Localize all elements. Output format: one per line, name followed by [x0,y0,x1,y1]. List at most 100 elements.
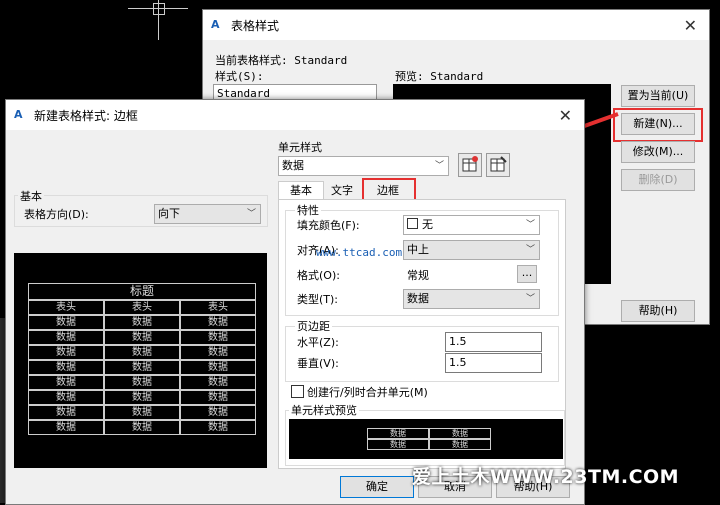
table-style-titlebar: A 表格样式 ✕ [203,10,709,40]
set-current-button[interactable]: 置为当前(U) [621,85,695,107]
ok-button[interactable]: 确定 [340,476,414,498]
alignment-value: 中上 [407,243,429,256]
table-preview: 标题 表头 表头 表头 数据 数据 数据 数据 数据 数据 数据 数据 数据 数据 数据 数据 数据 数据… [14,253,267,468]
new-table-style-title: 新建表格样式: 边框 [34,108,138,123]
preview-data-row: 数据 数据 数据 [28,330,256,345]
horizontal-margin-label: 水平(Z): [297,336,339,349]
alignment-select[interactable]: 中上 ﹀ [403,240,540,260]
preview-table: 标题 表头 表头 表头 数据 数据 数据 数据 数据 数据 数据 数据 数据 数据 数据 数据 数据 数据… [28,283,256,435]
cell-preview-cell: 数据 [429,428,491,439]
fill-color-select[interactable]: 无 ﹀ [403,215,540,235]
preview-data-row: 数据 数据 数据 [28,405,256,420]
cell-preview-row: 数据 数据 [367,428,491,439]
color-swatch-icon [407,218,418,229]
cell-style-select[interactable]: 数据 ﹀ [278,156,449,176]
preview-data-row: 数据 数据 数据 [28,360,256,375]
preview-data-cell: 数据 [28,345,104,360]
chevron-down-icon: ﹀ [434,161,444,171]
help-button[interactable]: 帮助(H) [621,300,695,322]
preview-data-row: 数据 数据 数据 [28,390,256,405]
merge-cells-label: 创建行/列时合并单元(M) [307,386,428,399]
chevron-down-icon: ﹀ [525,220,535,230]
current-style-label: 当前表格样式: Standard [215,54,348,67]
merge-cells-checkbox[interactable] [291,385,304,398]
type-select[interactable]: 数据 ﹀ [403,289,540,309]
cell-style-value: 数据 [282,159,304,172]
close-icon[interactable]: ✕ [684,16,697,35]
fill-color-label: 填充颜色(F): [297,219,360,232]
fill-color-value: 无 [422,218,433,231]
cell-preview-row: 数据 数据 [367,439,491,450]
preview-data-cell: 数据 [104,360,180,375]
cell-preview-canvas: 数据 数据 数据 数据 [289,419,563,459]
preview-data-row: 数据 数据 数据 [28,420,256,435]
horizontal-margin-input[interactable]: 1.5 [445,332,542,352]
preview-data-cell: 数据 [28,330,104,345]
vertical-margin-input[interactable]: 1.5 [445,353,542,373]
preview-data-cell: 数据 [180,360,256,375]
chevron-down-icon: ﹀ [246,209,256,219]
chevron-down-icon: ﹀ [525,294,535,304]
preview-data-cell: 数据 [180,405,256,420]
cell-style-label: 单元样式 [278,141,322,154]
tab-basic[interactable]: 基本 [278,181,324,200]
new-table-style-dialog: A 新建表格样式: 边框 ✕ 基本 表格方向(D): 向下 ﹀ 标题 表头 表头… [5,99,585,505]
tab-panel: 特性 填充颜色(F): 无 ﹀ 对齐(A): 中上 ﹀ 格式(O): 常规 ..… [278,199,566,469]
new-button[interactable]: 新建(N)... [621,113,695,135]
tab-border[interactable]: 边框 [366,182,410,200]
preview-title-cell: 标题 [28,283,256,300]
format-more-button[interactable]: ... [517,265,537,283]
preview-data-cell: 数据 [104,315,180,330]
preview-data-cell: 数据 [28,405,104,420]
preview-data-rows: 数据 数据 数据 数据 数据 数据 数据 数据 数据 数据 数据 数据 数据 数据 数据 数据 数据 数据 数据 数据… [28,315,256,435]
chevron-down-icon: ﹀ [525,245,535,255]
create-cell-style-icon[interactable] [458,153,482,177]
new-table-style-titlebar: A 新建表格样式: 边框 ✕ [6,100,584,130]
cell-preview-label: 单元样式预览 [289,402,359,418]
styles-label: 样式(S): [215,70,264,83]
preview-data-cell: 数据 [104,330,180,345]
preview-data-cell: 数据 [104,390,180,405]
table-style-title: 表格样式 [231,18,280,33]
preview-header-cell: 表头 [28,300,104,315]
modify-button[interactable]: 修改(M)... [621,141,695,163]
cad-app-icon: A [211,18,220,31]
tab-text[interactable]: 文字 [324,182,360,200]
preview-data-cell: 数据 [104,375,180,390]
preview-data-cell: 数据 [180,375,256,390]
cell-preview-cell: 数据 [429,439,491,450]
preview-header-cell: 表头 [104,300,180,315]
table-direction-select[interactable]: 向下 ﹀ [154,204,261,224]
preview-data-cell: 数据 [180,345,256,360]
preview-data-cell: 数据 [104,420,180,435]
preview-data-cell: 数据 [180,330,256,345]
watermark-bottom: 爱上土木WWW.23TM.COM [412,466,680,488]
preview-table-edge [583,134,604,244]
preview-data-row: 数据 数据 数据 [28,345,256,360]
type-label: 类型(T): [297,293,339,306]
manage-cell-styles-icon[interactable] [486,153,510,177]
preview-data-cell: 数据 [28,390,104,405]
preview-data-cell: 数据 [104,405,180,420]
preview-data-cell: 数据 [180,315,256,330]
margins-label: 页边距 [295,318,332,334]
cell-preview-cell: 数据 [367,428,429,439]
crosshair-pickbox [153,3,165,15]
format-label: 格式(O): [297,269,340,282]
preview-data-cell: 数据 [28,420,104,435]
basic-group-label: 基本 [18,188,44,204]
cad-app-icon: A [14,108,23,121]
preview-data-row: 数据 数据 数据 [28,315,256,330]
preview-data-cell: 数据 [28,375,104,390]
close-icon[interactable]: ✕ [559,106,572,125]
cell-preview-table: 数据 数据 数据 数据 [367,428,491,450]
vertical-margin-label: 垂直(V): [297,357,339,370]
preview-header-row: 表头 表头 表头 [28,300,256,315]
format-value: 常规 [407,269,429,282]
properties-label: 特性 [295,202,321,218]
preview-data-cell: 数据 [28,360,104,375]
delete-button[interactable]: 删除(D) [621,169,695,191]
preview-header-cell: 表头 [180,300,256,315]
preview-data-cell: 数据 [180,390,256,405]
preview-data-cell: 数据 [28,315,104,330]
